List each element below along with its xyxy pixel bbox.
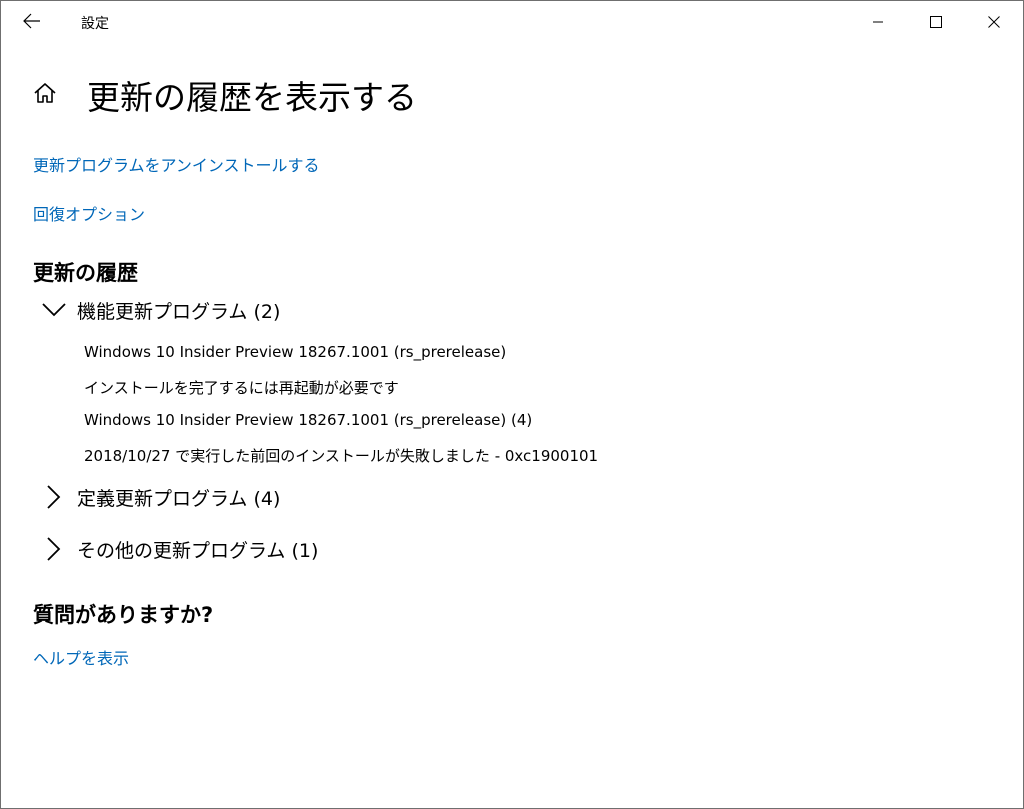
close-icon [988,13,1000,32]
back-arrow-icon [23,13,41,33]
home-button[interactable] [31,81,59,109]
minimize-icon [872,13,884,32]
maximize-button[interactable] [907,1,965,44]
other-updates-group[interactable]: その他の更新プログラム (1) [41,534,318,564]
chevron-right-icon [41,484,67,510]
minimize-button[interactable] [849,1,907,44]
update-entry-status: インストールを完了するには再起動が必要です [84,379,399,397]
update-entry: Windows 10 Insider Preview 18267.1001 (r… [84,411,533,429]
maximize-icon [930,13,942,32]
page-title: 更新の履歴を表示する [87,78,417,117]
group-label: 定義更新プログラム (4) [77,487,281,510]
chevron-down-icon [41,297,67,323]
back-button[interactable] [9,7,55,39]
questions-heading: 質問がありますか? [33,603,214,627]
settings-window: 設定 更新の履歴を表示する 更新プログラムをアンインストールする 回復オプション… [0,0,1024,809]
home-icon [33,82,57,108]
group-label: その他の更新プログラム (1) [77,539,319,562]
update-entry: Windows 10 Insider Preview 18267.1001 (r… [84,343,507,361]
chevron-right-icon [41,536,67,562]
update-history-heading: 更新の履歴 [33,261,138,285]
definition-updates-group[interactable]: 定義更新プログラム (4) [41,482,280,512]
group-label: 機能更新プログラム (2) [77,300,281,323]
close-button[interactable] [965,1,1023,44]
get-help-link[interactable]: ヘルプを表示 [33,645,129,669]
title-bar: 設定 [1,1,1023,44]
recovery-options-link[interactable]: 回復オプション [33,201,145,225]
window-title: 設定 [81,16,109,32]
feature-updates-group[interactable]: 機能更新プログラム (2) [41,295,280,325]
update-entry-status: 2018/10/27 で実行した前回のインストールが失敗しました - 0xc19… [84,447,599,465]
uninstall-updates-link[interactable]: 更新プログラムをアンインストールする [33,152,320,176]
